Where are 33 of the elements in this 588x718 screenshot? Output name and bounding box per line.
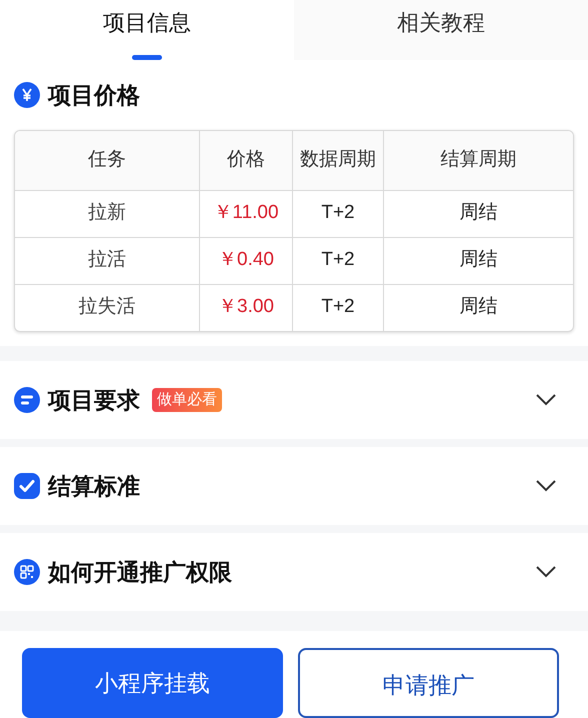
collapsible-section[interactable]: 如何开通推广权限 [0, 532, 588, 611]
price-cell: ￥11.00 [199, 190, 292, 236]
list-icon [14, 386, 40, 413]
collapsible-section[interactable]: 项目要求 做单必看 [0, 360, 588, 439]
checkmark-icon [14, 472, 40, 499]
table-cell: T+2 [292, 238, 383, 284]
outline-button[interactable]: 申请推广 [298, 648, 559, 718]
table-cell: 周结 [383, 190, 573, 236]
table-cell: 周结 [383, 238, 573, 284]
section-title: 如何开通推广权限 [48, 558, 232, 587]
table-cell-text: 拉活 [87, 248, 127, 272]
tab[interactable]: 项目信息 [0, 0, 294, 60]
yen-icon [14, 82, 40, 108]
collapsible-section[interactable]: 结算标准 [0, 446, 588, 525]
table-cell: T+2 [292, 190, 383, 236]
price-cell: ￥0.40 [199, 238, 292, 284]
column-header: 任务 [87, 148, 127, 172]
primary-button[interactable]: 小程序挂载 [22, 648, 283, 718]
table-cell-text: 拉新 [87, 201, 127, 226]
qr-code-icon [14, 558, 40, 585]
price-cell: ￥3.00 [199, 284, 292, 330]
table-cell-text: 拉失活 [78, 295, 136, 320]
section-title: 结算标准 [48, 472, 140, 501]
tab[interactable]: 相关教程 [294, 0, 588, 60]
table-cell: 周结 [383, 284, 573, 330]
column-header: 数据周期 [292, 130, 383, 190]
column-header: 价格 [199, 130, 292, 190]
section-title: 项目要求 [48, 386, 140, 415]
tab-indicator [132, 55, 162, 60]
table-cell: T+2 [292, 284, 383, 330]
badge: 做单必看 [152, 388, 222, 412]
section-title: 项目价格 [48, 81, 140, 110]
column-header: 结算周期 [383, 130, 573, 190]
